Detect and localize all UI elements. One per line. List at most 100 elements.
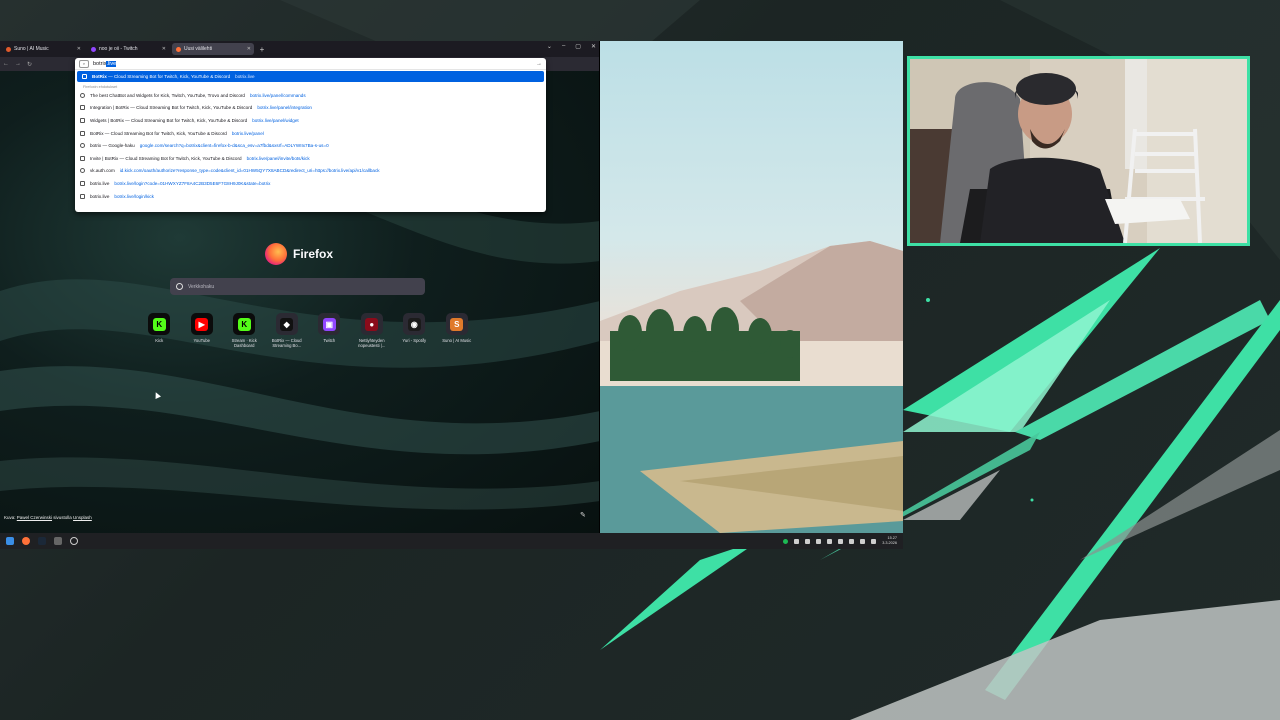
site-icon: ◉ [407,317,421,331]
tab-suno[interactable]: Suno | AI Music ✕ [2,43,84,55]
top-sites: K Kick ▶ YouTube K Stream · Kick Dashboard ◆ Bo… [138,313,478,348]
top-site-icon-frame: S [445,313,468,335]
window-controls: ⌄ – ▢ ✕ [547,43,596,50]
twitch-favicon [91,46,96,52]
tab-label: Uusi välilehti [184,46,213,52]
top-site-icon-frame: ▣ [318,313,341,335]
search-icon [80,143,85,149]
history-icon [80,168,85,174]
top-site-tile[interactable]: K Kick [138,313,181,348]
top-site-tile[interactable]: ● Nettiyhteyden nopeustesti |... [351,313,394,348]
history-icon [80,193,85,199]
close-icon[interactable]: ✕ [162,46,166,52]
tray-app-icon[interactable] [816,538,822,544]
home-search-input[interactable]: Verkkohaku [170,278,425,295]
top-site-tile[interactable]: ◉ Yuri - Spotify [393,313,436,348]
site-icon: K [237,317,251,331]
maximize-button[interactable]: ▢ [575,43,581,50]
tab-twitch[interactable]: noo je oii - Twitch ✕ [87,43,169,55]
site-icon: ▶ [195,317,209,331]
webcam-feed [907,56,1250,246]
reload-icon[interactable]: ↻ [27,61,32,68]
chevron-down-icon[interactable]: ⌄ [547,43,552,50]
top-site-tile[interactable]: ◆ BotRix — Cloud Streaming Bo... [266,313,309,348]
clock[interactable]: 15.27 3.3.2026 [882,536,897,546]
page-icon [82,74,87,79]
top-site-tile[interactable]: S Suno | AI Music [436,313,479,348]
search-placeholder: Verkkohaku [188,283,215,290]
desktop-wallpaper [600,41,903,533]
close-window-button[interactable]: ✕ [591,43,596,50]
settings-icon[interactable] [70,537,78,545]
steam-icon[interactable] [38,537,46,545]
top-site-tile[interactable]: K Stream · Kick Dashboard [223,313,266,348]
back-icon[interactable]: ← [3,61,9,67]
photo-author-link[interactable]: Pawel Czerwinski [17,515,52,520]
firefox-icon [265,243,287,265]
close-icon[interactable]: ✕ [247,46,251,52]
suggestion-item[interactable]: BotRix — Cloud Streaming Bot for Twitch,… [75,127,546,140]
suggestion-list: The best ChatBot and Widgets for Kick, T… [75,89,546,202]
volume-icon[interactable] [871,538,877,544]
url-suggestions-popup: ⌕ botrix.live → BotRix — Cloud Streaming… [75,58,546,212]
suggestion-item[interactable]: Invite | BotRix — Cloud Streaming Bot fo… [75,152,546,165]
tab-new[interactable]: Uusi välilehti ✕ [172,43,254,55]
top-site-tile[interactable]: ▶ YouTube [181,313,224,348]
top-site-icon-frame: ▶ [190,313,213,335]
history-icon [80,180,85,186]
top-site-icon-frame: K [148,313,171,335]
url-typed-text[interactable]: botrix.live [93,60,117,67]
unsplash-link[interactable]: Unsplash [73,515,92,520]
top-site-tile[interactable]: ▣ Twitch [308,313,351,348]
suggestion-item[interactable]: botrix.live botrix.live/login?code=01HWXY… [75,177,546,190]
firefox-brand: Firefox [293,247,334,261]
windows-start-icon[interactable] [6,537,14,545]
site-icon: ▣ [322,317,336,331]
tray-app-icon[interactable] [805,538,811,544]
url-input[interactable]: ⌕ botrix.live → [75,58,546,70]
top-site-label: YouTube [193,338,210,343]
top-site-icon-frame: ◉ [403,313,426,335]
history-icon [80,92,85,98]
site-icon: ● [365,317,379,331]
top-site-label: Stream · Kick Dashboard [231,338,257,349]
site-icon: S [450,317,464,331]
suggestion-item[interactable]: botrix.live botrix.live/login/kick [75,190,546,203]
minimize-button[interactable]: – [562,43,565,50]
top-site-label: Suno | AI Music [442,338,472,343]
suggestion-item[interactable]: Widgets | BotRix — Cloud Streaming Bot f… [75,114,546,127]
suno-favicon [6,46,11,52]
tab-label: noo je oii - Twitch [99,46,138,52]
tray-app-icon[interactable] [794,538,800,544]
wifi-icon[interactable] [860,538,866,544]
firefox-icon[interactable] [22,537,30,545]
top-site-label: BotRix — Cloud Streaming Bo... [271,338,302,349]
go-arrow-icon[interactable]: → [536,61,542,67]
tray-app-icon[interactable] [849,538,855,544]
firefox-logo: Firefox [265,243,333,265]
search-engine-icon[interactable]: ⌕ [79,59,89,68]
tray-app-icon[interactable] [827,538,833,544]
close-icon[interactable]: ✕ [77,46,81,52]
spotify-icon[interactable] [783,538,789,544]
firefox-window: Suno | AI Music ✕ noo je oii - Twitch ✕ … [0,41,600,533]
top-site-label: Yuri - Spotify [402,338,427,343]
suggestion-item[interactable]: botrix — Google-haku google.com/search?q=… [75,139,546,152]
tab-label: Suno | AI Music [14,46,49,52]
top-site-label: Nettiyhteyden nopeustesti |... [358,338,386,349]
firefox-favicon [176,46,181,52]
desktop-capture: Suno | AI Music ✕ noo je oii - Twitch ✕ … [0,41,903,549]
suggestion-item[interactable]: vk.auth.com id.kick.com/oauth/authorize?r… [75,165,546,178]
history-icon [80,117,85,123]
pencil-icon[interactable]: ✎ [580,511,586,519]
forward-icon[interactable]: → [15,61,21,67]
suggestion-item[interactable]: Integration | BotRix — Cloud Streaming B… [75,102,546,115]
tray-app-icon[interactable] [838,538,844,544]
app-icon[interactable] [54,537,62,545]
photo-credit: Kuva: Pawel Czerwinski sivustolla Unspla… [4,515,92,520]
new-tab-button[interactable]: + [257,45,267,54]
top-site-icon-frame: ● [360,313,383,335]
suggestion-item[interactable]: The best ChatBot and Widgets for Kick, T… [75,89,546,102]
suggestion-top[interactable]: BotRix — Cloud Streaming Bot for Twitch,… [77,71,544,82]
top-site-label: Twitch [323,338,336,343]
